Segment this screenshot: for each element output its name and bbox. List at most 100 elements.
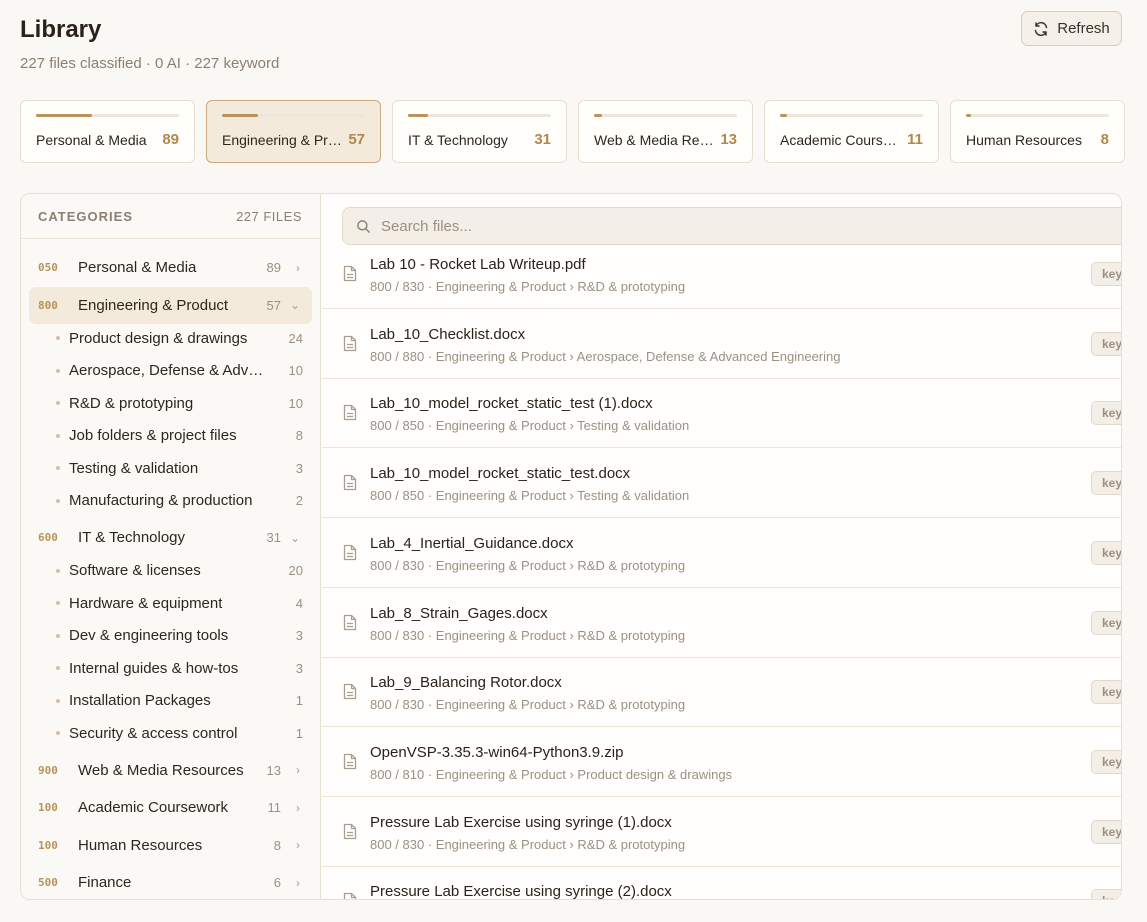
bullet-icon: [56, 466, 60, 470]
category-name: Human Resources: [78, 836, 203, 854]
subcategory-name: Testing & validation: [69, 459, 199, 477]
category-code: 100: [38, 838, 58, 852]
file-row[interactable]: Lab_8_Strain_Gages.docx 800 / 830 · Engin…: [322, 588, 1121, 658]
file-row[interactable]: Lab 10 - Rocket Lab Writeup.pdf 800 / 830…: [322, 239, 1121, 309]
file-row[interactable]: Lab_9_Balancing Rotor.docx 800 / 830 · En…: [322, 657, 1121, 728]
card-label: Academic Coursework: [780, 132, 902, 148]
file-path: 800 / 830 · Engineering & Product › R&D …: [370, 697, 686, 713]
subcategory-count: 1: [295, 693, 303, 708]
category-count: 89: [266, 260, 281, 275]
chevron-down-icon: ⌄: [289, 530, 300, 545]
subcategory-name: Installation Packages: [69, 692, 211, 709]
card-label: Engineering & Product: [222, 132, 344, 148]
sidebar-subcategory[interactable]: Internal guides & how-tos 3: [49, 653, 312, 683]
sidebar-subcategory[interactable]: Hardware & equipment 4: [49, 588, 312, 618]
card-label: IT & Technology: [408, 132, 508, 148]
sidebar-subcategory[interactable]: Security & access control 1: [49, 718, 312, 748]
search-input[interactable]: [381, 208, 1081, 244]
card-progress-fill: [780, 114, 787, 117]
sidebar-subcategory[interactable]: Manufacturing & production 2: [49, 486, 312, 516]
subcategory-count: 3: [295, 660, 303, 676]
file-row[interactable]: Pressure Lab Exercise using syringe (1).…: [322, 797, 1121, 867]
card-count: 8: [1100, 131, 1109, 148]
category-count: 31: [266, 530, 281, 545]
sidebar-subcategory[interactable]: Product design & drawings 24: [49, 323, 312, 353]
document-icon: [343, 335, 357, 351]
category-card[interactable]: Human Resources 8: [950, 100, 1125, 163]
category-count: 57: [266, 297, 281, 313]
bullet-icon: [56, 368, 60, 373]
classification-badge: key: [1091, 819, 1121, 844]
category-card[interactable]: Academic Coursework 11: [764, 100, 939, 163]
chevron-down-icon: ⌄: [289, 298, 300, 312]
category-card[interactable]: Engineering & Product57: [206, 100, 381, 163]
category-code: 050: [38, 261, 58, 274]
file-row[interactable]: Pressure Lab Exercise using syringe (2).…: [322, 866, 1121, 900]
file-path: 800 / 830 · Engineering & Product › R&D …: [370, 557, 686, 573]
sidebar-category[interactable]: 800 Engineering & Product 57 ⌄: [29, 286, 312, 324]
category-name: IT & Technology: [78, 529, 186, 546]
category-card[interactable]: Personal & Media 89: [20, 100, 195, 163]
subcategory-count: 8: [295, 428, 303, 443]
card-progress-track: [408, 114, 551, 117]
file-path: 800 / 880 · Engineering & Product › Aero…: [370, 348, 841, 364]
subcategory-name: Software & licenses: [69, 562, 201, 579]
category-name: Personal & Media: [78, 259, 197, 276]
bullet-icon: [56, 568, 60, 573]
refresh-label: Refresh: [1057, 20, 1110, 37]
category-card[interactable]: Web & Media Resources13: [578, 100, 753, 163]
file-row[interactable]: Lab_10_model_rocket_static_test.docx 800 …: [322, 448, 1121, 519]
refresh-button[interactable]: Refresh: [1021, 11, 1122, 46]
subcategory-name: Job folders & project files: [69, 427, 237, 444]
card-label: Web & Media Resources: [594, 132, 716, 148]
file-row[interactable]: Lab_10_Checklist.docx 800 / 880 · Enginee…: [322, 309, 1121, 379]
subcategory-name: R&D & prototyping: [69, 394, 194, 412]
document-icon: [343, 684, 357, 700]
sidebar-subcategory[interactable]: Dev & engineering tools 3: [49, 621, 312, 651]
bullet-icon: [56, 336, 60, 340]
file-row[interactable]: OpenVSP-3.35.3-win64-Python3.9.zip 800 / …: [322, 727, 1121, 797]
card-progress-track: [780, 114, 923, 117]
card-label: Personal & Media: [36, 132, 147, 148]
card-progress-fill: [36, 114, 93, 117]
card-label: Human Resources: [966, 132, 1082, 148]
document-icon: [343, 474, 357, 491]
category-card[interactable]: IT & Technology 31: [392, 100, 567, 163]
card-progress-track: [222, 114, 365, 117]
subcategory-name: Dev & engineering tools: [69, 627, 229, 644]
total-files-label: 227 FILES: [236, 209, 302, 224]
sidebar-subcategory[interactable]: Aerospace, Defense & Advanced Engineerin…: [49, 356, 312, 386]
bullet-icon: [56, 401, 60, 405]
sidebar-subcategory[interactable]: Installation Packages 1: [49, 686, 312, 716]
file-name: Lab_9_Balancing Rotor.docx: [370, 674, 562, 692]
sidebar-category[interactable]: 100 Human Resources 8 ›: [29, 827, 312, 864]
file-name: OpenVSP-3.35.3-win64-Python3.9.zip: [370, 743, 624, 761]
category-code: 600: [38, 531, 58, 544]
file-row[interactable]: Lab_4_Inertial_Guidance.docx 800 / 830 · …: [322, 518, 1121, 588]
bullet-icon: [56, 698, 60, 703]
sidebar-category[interactable]: 050 Personal & Media 89 ›: [29, 249, 312, 286]
library-panel: CATEGORIES 227 FILES 050 Personal & Media…: [20, 193, 1122, 900]
file-path: 800 / 850 · Engineering & Product › Test…: [370, 488, 690, 504]
chevron-right-icon: ›: [296, 800, 300, 815]
subcategory-name: Product design & drawings: [69, 329, 248, 347]
sidebar-category[interactable]: 600 IT & Technology 31 ⌄: [29, 519, 312, 556]
sidebar-category[interactable]: 100 Academic Coursework 11 ›: [29, 789, 312, 826]
category-cards: Personal & Media 89 Engineering & Product5…: [20, 100, 1125, 163]
chevron-right-icon: ›: [296, 838, 300, 852]
subcategory-count: 10: [288, 363, 303, 378]
sidebar-category[interactable]: 900 Web & Media Resources 13 ›: [29, 752, 312, 789]
card-progress-track: [966, 114, 1109, 117]
file-name: Pressure Lab Exercise using syringe (2).…: [370, 883, 672, 900]
category-count: 8: [273, 837, 281, 853]
classification-badge: key: [1091, 262, 1121, 286]
sidebar-subcategory[interactable]: Testing & validation 3: [49, 453, 312, 483]
sidebar-subcategory[interactable]: Software & licenses 20: [49, 556, 312, 586]
file-row[interactable]: Lab_10_model_rocket_static_test (1).docx…: [322, 378, 1121, 449]
sidebar-category[interactable]: 500 Finance 6 ›: [29, 864, 312, 899]
document-icon: [343, 893, 357, 899]
card-count: 57: [348, 131, 365, 148]
sidebar-subcategory[interactable]: R&D & prototyping 10: [49, 388, 312, 418]
sidebar-subcategory[interactable]: Job folders & project files 8: [49, 421, 312, 451]
card-progress-track: [36, 114, 179, 117]
